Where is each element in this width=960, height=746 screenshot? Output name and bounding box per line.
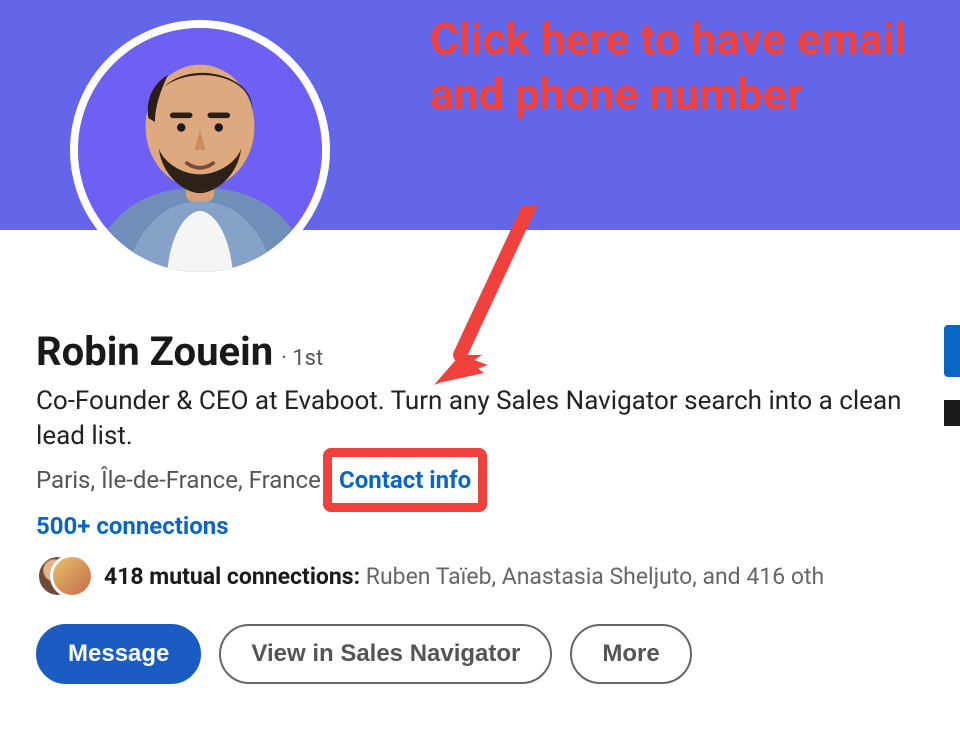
connections-link[interactable]: 500+ connections	[36, 512, 229, 540]
profile-actions: Message View in Sales Navigator More	[36, 624, 924, 684]
view-sales-navigator-button[interactable]: View in Sales Navigator	[219, 624, 552, 684]
mutual-names-list: Ruben Taïeb, Anastasia Sheljuto, and 416…	[366, 563, 824, 590]
mutual-connections-text: 418 mutual connections: Ruben Taïeb, Ana…	[104, 563, 824, 590]
connection-degree: · 1st	[281, 346, 323, 371]
mutual-count: 418 mutual connections:	[104, 563, 360, 590]
profile-banner: Click here to have email and phone numbe…	[0, 0, 960, 230]
profile-headline: Co-Founder & CEO at Evaboot. Turn any Sa…	[36, 384, 916, 454]
location-row: Paris, Île-de-France, France · Contact i…	[36, 466, 924, 494]
profile-location: Paris, Île-de-France, France	[36, 466, 321, 494]
contact-info-link[interactable]: Contact info	[339, 466, 471, 494]
mutual-avatars	[36, 554, 90, 598]
separator-dot: ·	[327, 466, 339, 494]
mutual-avatar-icon	[50, 554, 94, 598]
message-button[interactable]: Message	[36, 624, 201, 684]
profile-content: Robin Zouein · 1st Co-Founder & CEO at E…	[0, 230, 960, 684]
right-side-badge	[944, 325, 960, 377]
more-button[interactable]: More	[570, 624, 691, 684]
profile-name[interactable]: Robin Zouein	[36, 330, 273, 374]
annotation-callout: Click here to have email and phone numbe…	[430, 12, 960, 122]
right-side-badge-2	[944, 400, 960, 426]
mutual-connections-row[interactable]: 418 mutual connections: Ruben Taïeb, Ana…	[36, 554, 924, 598]
